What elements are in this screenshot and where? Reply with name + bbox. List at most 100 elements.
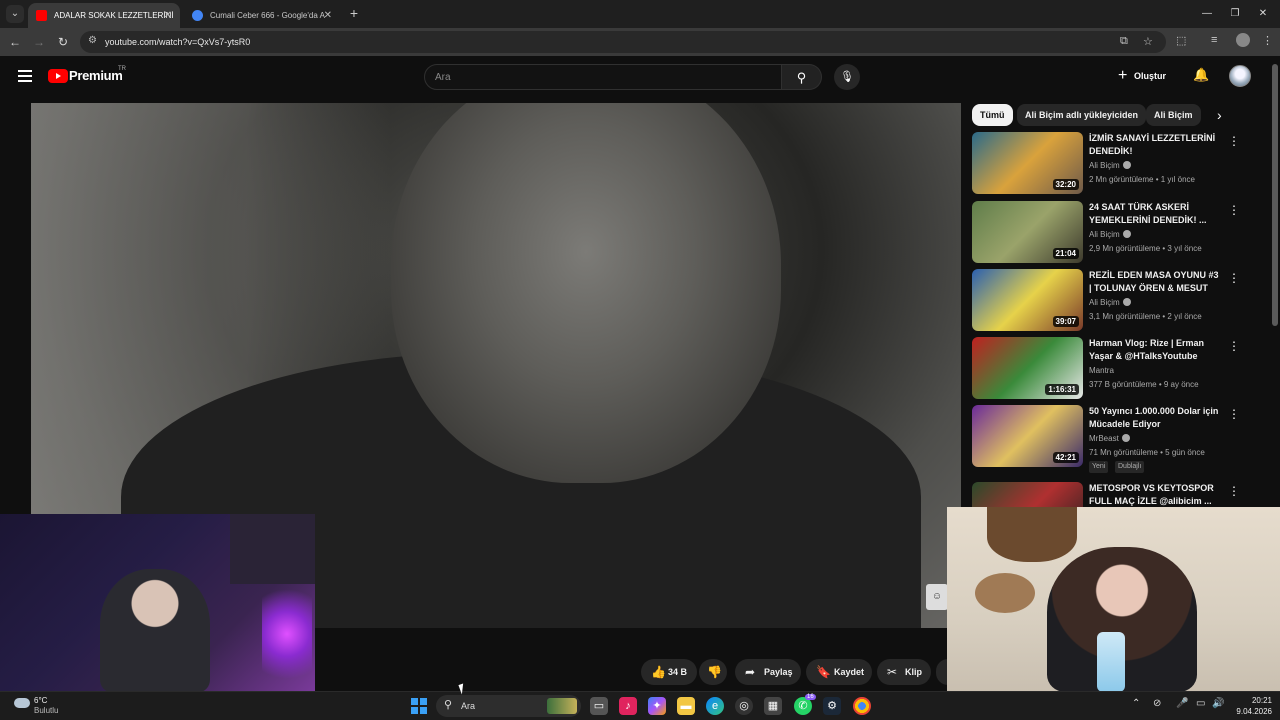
more-vert-icon[interactable]: ⋮	[1228, 134, 1240, 148]
system-clock[interactable]: 20:21 9.04.2026	[1230, 695, 1272, 717]
app-icon[interactable]: ◎	[735, 697, 753, 715]
video-title[interactable]: 24 SAAT TÜRK ASKERİ YEMEKLERİNİ DENEDİK!…	[1089, 201, 1221, 227]
window-close-button[interactable]: ✕	[1246, 0, 1280, 28]
extensions-icon[interactable]: ⬚	[1176, 34, 1186, 47]
tab-google[interactable]: Cumali Ceber 666 - Google'da A ✕	[184, 3, 340, 28]
edge-icon[interactable]: e	[706, 697, 724, 715]
steam-icon[interactable]: ⚙	[823, 697, 841, 715]
forward-button[interactable]: →	[31, 34, 47, 50]
save-button[interactable]: 🔖 Kaydet	[806, 659, 872, 685]
plus-icon: +	[1118, 67, 1128, 84]
chrome-menu-icon[interactable]: ⋮	[1262, 34, 1273, 47]
recommendation-item[interactable]: 39:07 REZİL EDEN MASA OYUNU #3 | TOLUNAY…	[972, 269, 1272, 333]
dubbed-badge: Dublajlı	[1115, 461, 1145, 473]
more-vert-icon[interactable]: ⋮	[1228, 407, 1240, 421]
chip-uploader[interactable]: Ali Biçim adlı yükleyiciden	[1017, 104, 1147, 126]
volume-icon[interactable]: 🔊	[1212, 698, 1224, 709]
video-title[interactable]: 50 Yayıncı 1.000.000 Dolar için Mücadele…	[1089, 405, 1221, 431]
channel-name[interactable]: Ali Biçim	[1089, 298, 1131, 307]
profile-avatar-icon[interactable]	[1236, 33, 1250, 47]
duration-badge: 39:07	[1052, 316, 1079, 327]
tab-close-icon[interactable]: ✕	[324, 3, 332, 28]
channel-label: Ali Biçim	[1089, 298, 1120, 307]
search-input[interactable]: Ara	[424, 64, 782, 90]
cloud-icon	[14, 698, 30, 708]
tiktok-icon[interactable]: ♪	[619, 697, 637, 715]
duration-badge: 42:21	[1052, 452, 1079, 463]
recommendation-item[interactable]: 32:20 İZMİR SANAYİ LEZZETLERİNİ DENEDİK!…	[972, 132, 1272, 196]
like-button[interactable]: 👍 34 B	[641, 659, 697, 685]
thumbs-up-icon: 👍	[651, 665, 666, 679]
more-vert-icon[interactable]: ⋮	[1228, 339, 1240, 353]
video-thumbnail[interactable]: 32:20	[972, 132, 1083, 194]
chrome-icon[interactable]	[853, 697, 871, 715]
windows-start-icon[interactable]	[411, 698, 427, 714]
taskbar-search[interactable]: ⚲ Ara	[436, 695, 581, 717]
tab-search-button[interactable]: ⌄	[6, 5, 24, 23]
back-button[interactable]: ←	[7, 34, 23, 50]
task-view-icon[interactable]: ▭	[590, 697, 608, 715]
file-explorer-icon[interactable]: ▬	[677, 697, 695, 715]
account-avatar[interactable]	[1229, 65, 1251, 87]
save-label: Kaydet	[834, 667, 865, 677]
channel-label: MrBeast	[1089, 434, 1119, 443]
search-button[interactable]: ⚲	[782, 64, 822, 90]
verified-icon	[1121, 434, 1130, 442]
recommendation-item[interactable]: 42:21 50 Yayıncı 1.000.000 Dolar için Mü…	[972, 405, 1272, 473]
search-icon: ⚲	[796, 70, 807, 85]
tab-close-icon[interactable]: ✕	[164, 3, 172, 28]
chip-all[interactable]: Tümü	[972, 104, 1013, 126]
menu-hamburger-icon[interactable]	[18, 70, 32, 82]
clip-button[interactable]: ✂ Klip	[877, 659, 931, 685]
video-thumbnail[interactable]: 39:07	[972, 269, 1083, 331]
more-vert-icon[interactable]: ⋮	[1228, 271, 1240, 285]
tray-overflow-icon[interactable]: ⌃	[1132, 698, 1140, 709]
clip-label: Klip	[905, 667, 922, 677]
page-scrollbar[interactable]	[1272, 64, 1278, 326]
recommendation-item[interactable]: 1:16:31 Harman Vlog: Rize | Erman Yaşar …	[972, 337, 1272, 401]
tray-mic-icon[interactable]: 🎤	[1176, 698, 1188, 709]
address-bar[interactable]: ⚙ youtube.com/watch?v=QxVs7-ytsR0 ⧉ ☆	[80, 31, 1166, 53]
reload-button[interactable]: ↻	[55, 34, 71, 50]
network-icon[interactable]: ▭	[1196, 698, 1205, 709]
search-highlight-image	[547, 698, 577, 714]
bookmark-star-icon[interactable]: ☆	[1143, 35, 1153, 48]
video-meta: 71 Mn görüntüleme • 5 gün önce	[1089, 448, 1205, 457]
more-vert-icon[interactable]: ⋮	[1228, 484, 1240, 498]
video-title[interactable]: METOSPOR VS KEYTOSPOR FULL MAÇ İZLE @ali…	[1089, 482, 1221, 507]
video-title[interactable]: Harman Vlog: Rize | Erman Yaşar & @HTalk…	[1089, 337, 1221, 363]
tab-search-icon[interactable]: ≡	[1211, 34, 1217, 46]
taskbar-search-placeholder: Ara	[461, 701, 476, 711]
microsoft-store-icon[interactable]: ▦	[764, 697, 782, 715]
recommendation-item[interactable]: 21:04 24 SAAT TÜRK ASKERİ YEMEKLERİNİ DE…	[972, 201, 1272, 265]
tray-app-icon[interactable]: ⊘	[1153, 698, 1161, 709]
notifications-bell-icon[interactable]: 🔔	[1193, 67, 1209, 83]
channel-name[interactable]: Mantra	[1089, 366, 1114, 375]
channel-name[interactable]: Ali Biçim	[1089, 230, 1131, 239]
dislike-button[interactable]: 👎	[699, 659, 727, 685]
channel-name[interactable]: MrBeast	[1089, 434, 1130, 443]
more-vert-icon[interactable]: ⋮	[1228, 203, 1240, 217]
install-app-icon[interactable]: ⧉	[1120, 35, 1128, 48]
create-button[interactable]: + Oluştur	[1118, 64, 1166, 88]
video-title[interactable]: İZMİR SANAYİ LEZZETLERİNİ DENEDİK!	[1089, 132, 1221, 158]
chevron-right-icon[interactable]: ›	[1217, 107, 1222, 123]
chip-channel[interactable]: Ali Biçim	[1146, 104, 1201, 126]
copilot-icon[interactable]: ✦	[648, 697, 666, 715]
new-tab-button[interactable]: +	[346, 4, 362, 22]
channel-name[interactable]: Ali Biçim	[1089, 161, 1131, 170]
video-thumbnail[interactable]: 42:21	[972, 405, 1083, 467]
recommendation-item[interactable]: METOSPOR VS KEYTOSPOR FULL MAÇ İZLE @ali…	[972, 482, 1272, 507]
share-icon: ➦	[745, 665, 756, 679]
voice-search-button[interactable]: 🎙	[834, 64, 860, 90]
video-thumbnail[interactable]: 1:16:31	[972, 337, 1083, 399]
tab-youtube[interactable]: ADALAR SOKAK LEZZETLERİNİ ✕	[28, 3, 180, 28]
video-thumbnail[interactable]: 21:04	[972, 201, 1083, 263]
video-meta: 377 B görüntüleme • 9 ay önce	[1089, 380, 1199, 389]
channel-label: Mantra	[1089, 366, 1114, 375]
video-title[interactable]: REZİL EDEN MASA OYUNU #3 | TOLUNAY ÖREN …	[1089, 269, 1221, 295]
youtube-play-icon	[48, 69, 68, 83]
video-thumbnail[interactable]	[972, 482, 1083, 507]
share-button[interactable]: ➦ Paylaş	[735, 659, 801, 685]
site-info-icon[interactable]: ⚙	[88, 35, 97, 46]
